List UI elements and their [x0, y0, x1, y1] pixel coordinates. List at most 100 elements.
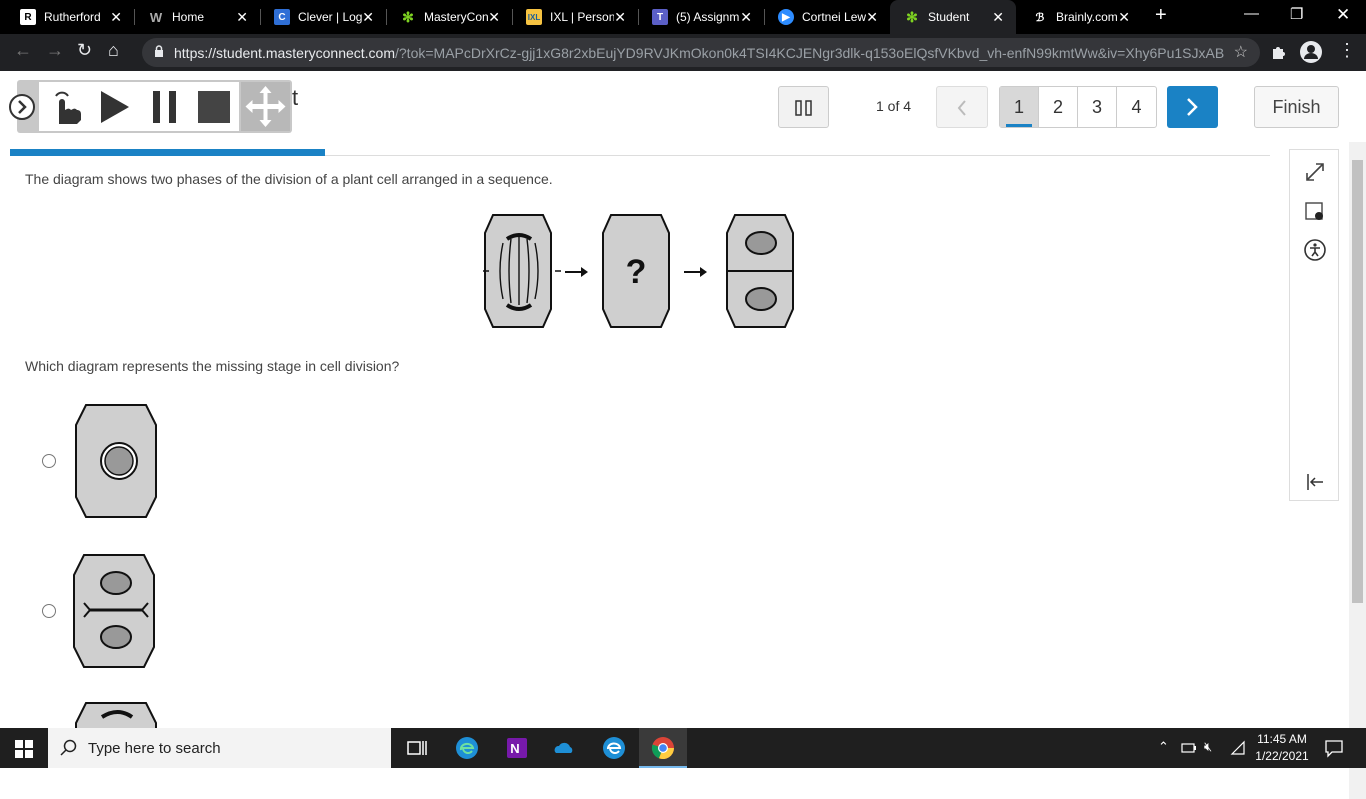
minimize-icon[interactable]: — — [1244, 5, 1259, 22]
tab-student[interactable]: ✻ Student ✕ — [890, 0, 1016, 34]
stop-icon[interactable] — [197, 91, 231, 123]
close-tab-icon[interactable]: ✕ — [866, 9, 878, 26]
browser-toolbar: ← → ↻ ⌂ https://student.masteryconnect.c… — [0, 34, 1366, 71]
arrow-icon — [565, 267, 588, 277]
page-1-button[interactable]: 1 — [1000, 87, 1039, 127]
edge-icon[interactable] — [455, 736, 479, 760]
profile-avatar-icon[interactable] — [1299, 40, 1323, 64]
close-tab-icon[interactable]: ✕ — [362, 9, 374, 26]
tab-title: Student — [928, 10, 970, 24]
close-tab-icon[interactable]: ✕ — [236, 9, 248, 26]
close-tab-icon[interactable]: ✕ — [740, 9, 752, 26]
chrome-taskbar-button[interactable] — [639, 728, 687, 768]
expand-icon[interactable] — [1303, 160, 1327, 184]
close-tab-icon[interactable]: ✕ — [614, 9, 626, 26]
tab-ixl[interactable]: IXL IXL | Person ✕ — [512, 0, 638, 34]
chrome-icon — [651, 737, 675, 760]
chevron-left-icon — [957, 100, 966, 116]
tab-masteryconnect[interactable]: ✻ MasteryCon ✕ — [386, 0, 512, 34]
choice-cell-diagram — [75, 702, 157, 729]
wp-icon: W — [149, 9, 163, 25]
pause-icon — [795, 100, 812, 116]
answer-radio[interactable] — [42, 454, 56, 468]
address-bar[interactable]: https://student.masteryconnect.com/?tok=… — [142, 38, 1260, 67]
finish-button[interactable]: Finish — [1254, 86, 1339, 128]
new-tab-button[interactable]: + — [1155, 4, 1167, 27]
tab-title: (5) Assignm — [676, 10, 740, 24]
svg-text:N: N — [510, 741, 519, 756]
pointer-hand-icon[interactable] — [47, 88, 83, 126]
arrow-icon — [684, 267, 707, 277]
zoom-icon: ▶ — [778, 9, 794, 25]
magnifier-icon[interactable] — [1303, 200, 1327, 224]
missing-marker: ? — [626, 253, 647, 291]
tools-sidebar — [1289, 149, 1339, 501]
page-scrollbar[interactable] — [1349, 142, 1366, 799]
bookmark-star-icon[interactable]: ☆ — [1234, 42, 1248, 62]
system-clock[interactable]: 11:45 AM 1/22/2021 — [1250, 731, 1314, 765]
brainly-icon: ℬ — [1035, 11, 1045, 24]
choice-cell-diagram — [75, 404, 157, 518]
next-question-button[interactable] — [1167, 86, 1218, 128]
tab-brainly[interactable]: ℬ Brainly.com ✕ — [1018, 0, 1142, 34]
task-view-icon[interactable] — [405, 736, 429, 760]
restore-icon[interactable]: ❐ — [1290, 5, 1303, 23]
page-title: t — [292, 85, 299, 110]
search-icon — [60, 739, 77, 756]
onenote-icon[interactable]: N — [505, 736, 529, 760]
collapse-toolbar-icon[interactable] — [7, 92, 37, 122]
menu-kebab-icon[interactable]: ⋮ — [1338, 40, 1356, 61]
edge-legacy-icon[interactable] — [602, 736, 626, 760]
forward-arrow-icon[interactable]: → — [46, 40, 64, 61]
rutherford-icon: R — [20, 9, 36, 25]
onedrive-icon[interactable] — [553, 736, 577, 760]
accessibility-icon[interactable] — [1303, 238, 1327, 262]
back-arrow-icon[interactable]: ← — [14, 40, 32, 61]
lock-icon — [155, 45, 163, 57]
tab-rutherford[interactable]: R Rutherford ✕ — [6, 0, 134, 34]
play-icon[interactable] — [99, 90, 131, 124]
home-icon[interactable]: ⌂ — [108, 40, 119, 61]
browser-tab-strip: R Rutherford ✕ W Home ✕ C Clever | Log ✕… — [0, 0, 1366, 34]
page-3-button[interactable]: 3 — [1078, 87, 1117, 127]
close-tab-icon[interactable]: ✕ — [110, 9, 122, 26]
search-placeholder: Type here to search — [88, 740, 221, 757]
tab-teams[interactable]: T (5) Assignm ✕ — [638, 0, 764, 34]
reload-icon[interactable]: ↻ — [77, 40, 92, 61]
battery-icon[interactable] — [1181, 741, 1197, 755]
pause-icon[interactable] — [151, 91, 179, 123]
clock-time: 11:45 AM — [1257, 732, 1307, 746]
close-tab-icon[interactable]: ✕ — [488, 9, 500, 26]
tab-title: Clever | Log — [298, 10, 362, 24]
pause-assessment-button[interactable] — [778, 86, 829, 128]
notifications-icon[interactable] — [1324, 738, 1344, 758]
choice-cell-diagram — [73, 554, 155, 668]
answer-radio[interactable] — [42, 604, 56, 618]
move-drag-icon[interactable] — [243, 84, 288, 129]
show-hidden-icons-icon[interactable]: ⌃ — [1158, 739, 1169, 755]
masteryconnect-icon: ✻ — [906, 8, 918, 25]
url-text: https://student.masteryconnect.com/?tok=… — [174, 45, 1224, 61]
collapse-panel-icon[interactable] — [1303, 470, 1327, 494]
page-2-button[interactable]: 2 — [1039, 87, 1078, 127]
page-4-button[interactable]: 4 — [1117, 87, 1156, 127]
previous-question-button[interactable] — [936, 86, 988, 128]
close-window-icon[interactable]: ✕ — [1336, 5, 1350, 25]
tab-home[interactable]: W Home ✕ — [134, 0, 260, 34]
taskbar-search-box[interactable]: Type here to search — [48, 728, 391, 768]
assessment-page: t 1 of 4 1 2 3 4 Finish The diagram show… — [0, 71, 1366, 799]
tab-title: Home — [172, 10, 205, 24]
tab-clever[interactable]: C Clever | Log ✕ — [260, 0, 386, 34]
extensions-icon[interactable] — [1270, 43, 1288, 61]
missing-stage-cell: ? — [602, 214, 670, 328]
close-tab-icon[interactable]: ✕ — [992, 9, 1004, 26]
windows-start-icon[interactable] — [15, 740, 33, 758]
text-to-speech-toolbar — [9, 80, 292, 133]
scrollbar-thumb[interactable] — [1352, 160, 1363, 603]
question-stem: The diagram shows two phases of the divi… — [25, 171, 553, 187]
volume-muted-icon[interactable]: 🔇︎ — [1204, 739, 1212, 755]
tab-zoom[interactable]: ▶ Cortnei Lew ✕ — [764, 0, 890, 34]
close-tab-icon[interactable]: ✕ — [1118, 9, 1130, 26]
clock-date: 1/22/2021 — [1255, 749, 1309, 763]
wifi-icon[interactable] — [1230, 740, 1246, 756]
